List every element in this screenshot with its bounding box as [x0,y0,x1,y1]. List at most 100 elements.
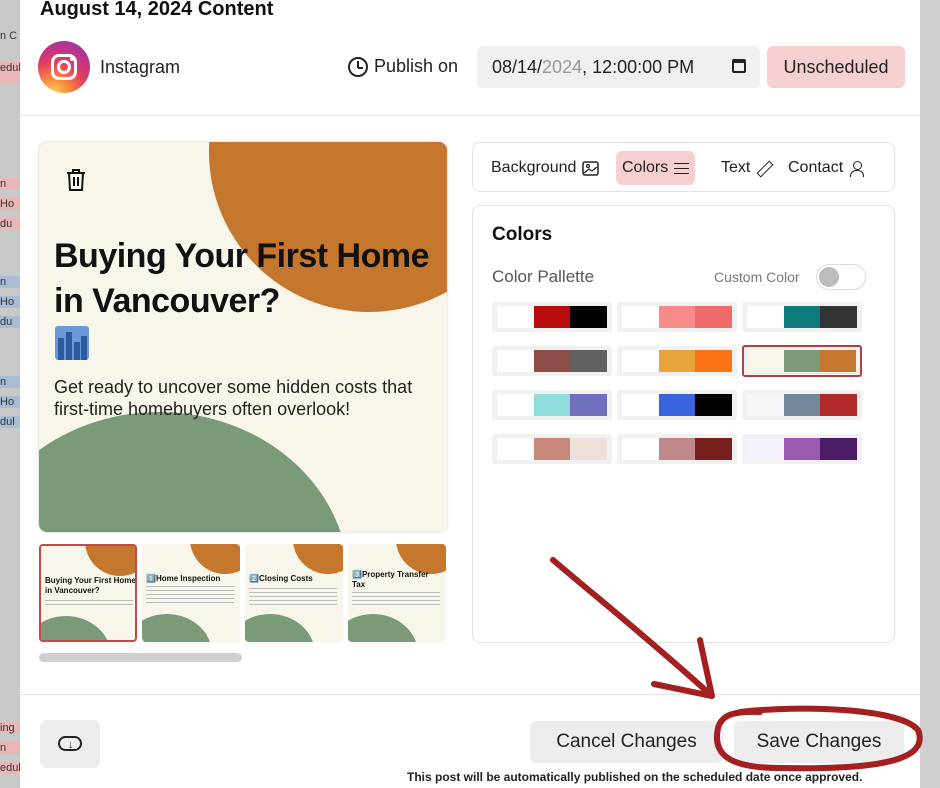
palette-color [748,350,784,372]
upload-button[interactable]: ↓ [40,720,100,768]
palette-color [570,394,608,416]
background-text: n C [0,30,18,42]
thumbnail-scrollbar[interactable] [39,653,242,662]
palette-color [695,350,733,372]
color-palette-swatch[interactable] [492,434,612,464]
palette-color [783,394,821,416]
thumbnail-title: Buying Your First Home in Vancouver? [45,576,136,595]
palette-color [820,438,858,460]
palette-color [533,438,571,460]
palette-color [658,394,696,416]
color-palette-swatch[interactable] [617,302,737,332]
palette-color [622,306,659,328]
thumbnail-title: 1️⃣Home Inspection [146,574,221,583]
preview-heading: Buying Your First Home in Vancouver? [54,237,430,320]
tab-colors[interactable]: Colors [616,151,696,185]
custom-color-toggle[interactable] [816,264,866,290]
editor-tabs: Background Colors Text Contact [472,142,895,192]
arrow-icon: ↓ [68,739,74,751]
palette-color [783,438,821,460]
trash-icon[interactable] [65,168,87,192]
slide-thumbnail[interactable]: Buying Your First Home in Vancouver? [39,544,137,642]
color-palette-swatch[interactable] [492,390,612,420]
datetime-year: 2024 [542,56,583,77]
background-text: dul [0,416,20,428]
palette-color [658,350,696,372]
palette-color [533,394,571,416]
save-changes-button[interactable]: Save Changes [734,721,904,763]
divider [20,115,920,116]
sliders-icon [674,161,690,176]
palette-color [747,438,784,460]
palette-color [570,438,608,460]
panel-title: Colors [492,224,553,245]
background-text: Ho [0,198,20,210]
palette-color [783,306,821,328]
color-palette-swatch[interactable] [617,390,737,420]
background-app-left [0,0,20,788]
instagram-icon [38,41,90,93]
colors-panel: Colors Color Pallette Custom Color [472,205,895,643]
publish-datetime-input[interactable]: 08/14/2024, 12:00:00 PM [477,46,760,88]
palette-color [622,394,659,416]
palette-color [695,438,733,460]
color-palette-swatch[interactable] [742,434,862,464]
person-icon [849,160,865,177]
color-palette-swatch[interactable] [492,302,612,332]
palette-color [497,394,534,416]
modal-title: August 14, 2024 Content [40,0,274,20]
color-palette-swatch[interactable] [492,346,612,376]
palette-color [497,306,534,328]
clock-icon [348,56,368,77]
city-emoji-icon [55,326,89,360]
background-text: n [0,178,20,190]
slide-thumbnail[interactable]: 1️⃣Home Inspection [142,544,240,642]
palette-color [820,306,858,328]
thumbnail-title: 3️⃣Property Transfer Tax [352,570,429,589]
cancel-changes-button[interactable]: Cancel Changes [530,721,723,763]
palette-color [658,306,696,328]
tab-contact[interactable]: Contact [782,151,870,185]
tab-text[interactable]: Text [715,151,776,185]
publish-on-label: Publish on [348,56,458,77]
background-text: Ho [0,396,20,408]
image-icon [582,160,600,176]
thumbnail-title: 2️⃣Closing Costs [249,574,313,583]
palette-color [747,394,784,416]
color-palette-swatch[interactable] [742,345,862,377]
palette-color [820,350,856,372]
pencil-icon [756,161,770,175]
status-badge[interactable]: Unscheduled [767,46,905,88]
palette-label: Color Pallette [492,267,595,286]
color-palette-swatch[interactable] [617,434,737,464]
decorative-circle [39,412,349,532]
color-palette-swatch[interactable] [742,302,862,332]
color-palette-swatch[interactable] [742,390,862,420]
divider [20,694,920,695]
publish-on-text: Publish on [374,56,459,76]
palette-color [747,306,784,328]
palette-color [820,394,858,416]
color-palette-swatch[interactable] [617,346,737,376]
palette-color [570,306,608,328]
datetime-month-day: 08/14/ [492,56,543,77]
post-preview: Buying Your First Home in Vancouver? Get… [39,142,447,532]
background-text: n [0,276,20,288]
palette-color [658,438,696,460]
auto-publish-note: This post will be automatically publishe… [407,770,863,784]
toggle-knob [819,267,839,287]
slide-thumbnail[interactable]: 3️⃣Property Transfer Tax [348,544,446,642]
palette-color [497,438,534,460]
preview-body: Get ready to uncover some hidden costs t… [54,377,413,419]
background-text: edul [0,62,20,84]
slide-thumbnail[interactable]: 2️⃣Closing Costs [245,544,343,642]
background-text: n [0,376,20,388]
palette-color [695,306,733,328]
tab-background[interactable]: Background [485,151,605,185]
palette-color [695,394,733,416]
background-text: du [0,316,20,328]
calendar-icon[interactable] [732,59,746,73]
background-text: n [0,742,20,754]
palette-color [497,350,534,372]
palette-color [533,350,571,372]
